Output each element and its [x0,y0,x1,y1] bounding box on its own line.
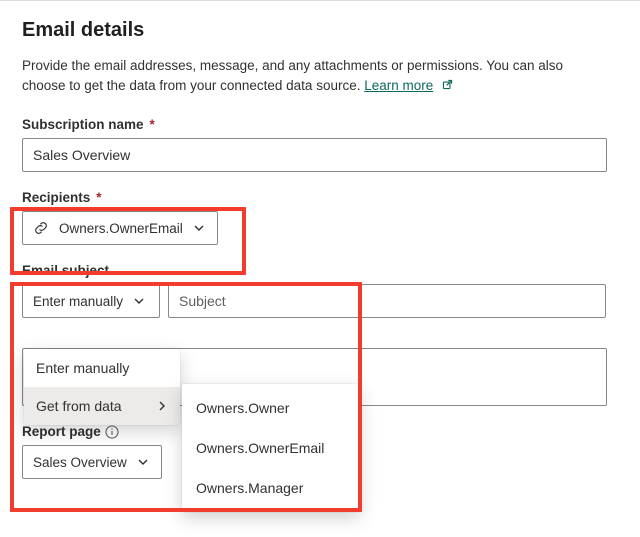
report-page-dropdown[interactable]: Sales Overview [22,445,162,479]
submenu-item-owners-owneremail[interactable]: Owners.OwnerEmail [182,428,360,468]
learn-more-link[interactable]: Learn more [364,78,433,93]
chevron-right-icon [156,400,168,412]
submenu-item-label: Owners.OwnerEmail [196,440,324,456]
link-icon [33,220,49,236]
email-subject-input[interactable]: Subject [168,284,606,318]
email-subject-placeholder: Subject [179,293,226,309]
menu-item-enter-manually[interactable]: Enter manually [24,349,180,387]
subscription-name-label-text: Subscription name [22,117,144,132]
email-subject-field: Email subject Enter manually Subject [22,263,618,318]
menu-item-label: Get from data [36,398,122,414]
subscription-name-field: Subscription name * Sales Overview [22,117,618,172]
submenu-item-label: Owners.Owner [196,400,289,416]
subject-mode-menu: Enter manually Get from data [24,349,180,425]
page-description-text: Provide the email addresses, message, an… [22,58,563,93]
report-page-label-text: Report page [22,424,101,439]
recipients-label-text: Recipients [22,190,90,205]
submenu-item-label: Owners.Manager [196,480,303,496]
required-asterisk: * [96,190,101,205]
external-link-icon [441,77,454,90]
menu-item-get-from-data[interactable]: Get from data [24,387,180,425]
recipients-chip-value: Owners.OwnerEmail [59,221,183,236]
menu-item-label: Enter manually [36,360,129,376]
required-asterisk: * [150,117,155,132]
subscription-name-value: Sales Overview [33,147,130,163]
email-subject-label: Email subject [22,263,618,278]
submenu-item-owners-owner[interactable]: Owners.Owner [182,388,360,428]
chevron-down-icon [133,295,145,307]
email-subject-mode-dropdown[interactable]: Enter manually [22,284,160,318]
page-description: Provide the email addresses, message, an… [22,56,582,95]
recipients-label: Recipients * [22,190,618,205]
chevron-down-icon [137,456,149,468]
info-icon[interactable] [105,425,119,439]
data-field-submenu: Owners.Owner Owners.OwnerEmail Owners.Ma… [182,384,360,512]
page-title: Email details [22,19,618,42]
subscription-name-input[interactable]: Sales Overview [22,138,607,172]
chevron-down-icon [193,222,205,234]
recipients-chip[interactable]: Owners.OwnerEmail [22,211,218,245]
subscription-name-label: Subscription name * [22,117,618,132]
report-page-value: Sales Overview [33,455,127,470]
recipients-field: Recipients * Owners.OwnerEmail [22,190,618,245]
email-subject-mode-value: Enter manually [33,294,123,309]
email-subject-label-text: Email subject [22,263,109,278]
submenu-item-owners-manager[interactable]: Owners.Manager [182,468,360,508]
